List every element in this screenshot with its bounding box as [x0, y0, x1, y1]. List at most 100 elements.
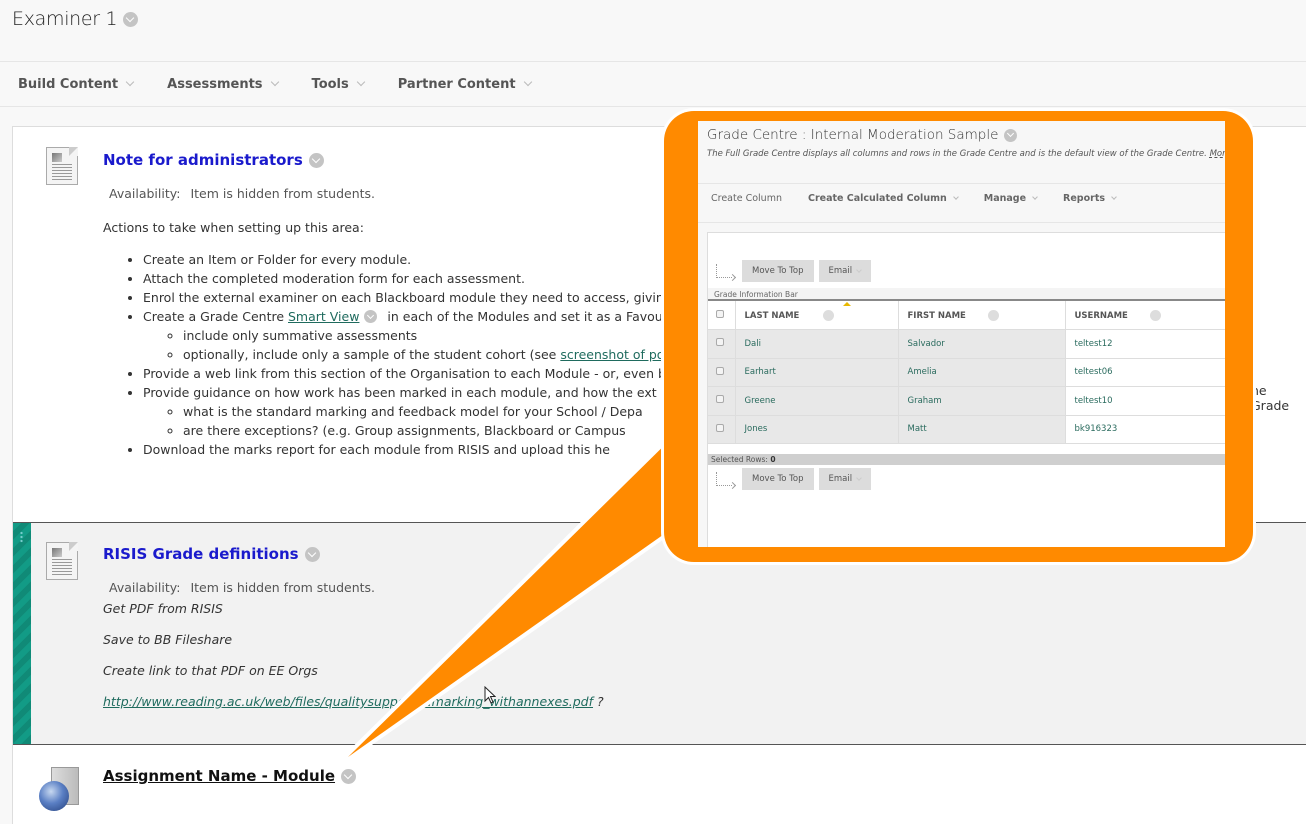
text-line: Get PDF from RISIS: [103, 601, 223, 616]
create-column-button[interactable]: Create Column: [711, 193, 782, 204]
last-name-cell[interactable]: Jones: [735, 415, 899, 444]
tools-menu[interactable]: Tools: [312, 77, 365, 92]
availability-value: Item is hidden from students.: [190, 580, 376, 595]
row-checkbox[interactable]: [716, 395, 724, 404]
availability: Availability: Item is hidden from student…: [109, 580, 375, 595]
column-options-icon[interactable]: [987, 309, 999, 321]
last-name-cell[interactable]: Earhart: [735, 358, 899, 387]
selected-rows-bar: Selected Rows: 0: [708, 454, 1225, 465]
grade-centre-description: The Full Grade Centre displays all colum…: [707, 149, 1225, 159]
row-checkbox[interactable]: [716, 366, 724, 375]
item-title-link[interactable]: Note for administrators: [103, 151, 324, 169]
item-options-chevron-icon[interactable]: [308, 152, 324, 168]
selected-rows-count: 0: [770, 455, 776, 464]
availability-label: Availability:: [109, 580, 181, 595]
chevron-down-icon: [356, 77, 365, 87]
email-button[interactable]: Email: [818, 260, 872, 282]
item-title-link[interactable]: RISIS Grade definitions: [103, 545, 320, 563]
label: Create Calculated Column: [807, 193, 947, 204]
column-options-icon[interactable]: [823, 309, 835, 321]
list-item: optionally, include only a sample of the…: [183, 345, 689, 364]
smart-view-link[interactable]: Smart View: [288, 309, 359, 324]
text: Provide guidance on how work has been ma…: [143, 385, 657, 400]
text: Create a Grade Centre: [143, 309, 288, 324]
label: Create Column: [711, 193, 782, 204]
table-row[interactable]: Jones Matt bk916323: [708, 415, 1225, 444]
item-title-text: Assignment Name - Module: [103, 767, 336, 785]
arrow-icon: [716, 472, 732, 486]
create-calculated-column-menu[interactable]: Create Calculated Column: [807, 193, 959, 204]
options-chevron-icon[interactable]: [1004, 128, 1018, 142]
first-name-cell[interactable]: Amelia: [898, 358, 1066, 387]
column-options-icon[interactable]: [1149, 309, 1161, 321]
chevron-down-icon: [952, 194, 959, 200]
text-line: Save to BB Fileshare: [103, 632, 233, 647]
select-all-checkbox[interactable]: [716, 309, 724, 318]
list-item: Download the marks report for each modul…: [143, 440, 689, 459]
smart-view-chevron-icon[interactable]: [364, 310, 378, 323]
first-name-cell[interactable]: Graham: [898, 386, 1066, 416]
row-checkbox[interactable]: [716, 423, 724, 432]
chevron-down-icon: [125, 77, 135, 87]
username-cell[interactable]: teltest12: [1065, 329, 1225, 359]
list-item: what is the standard marking and feedbac…: [183, 402, 689, 421]
username-cell[interactable]: bk916323: [1065, 415, 1225, 444]
sort-ascending-icon: [842, 302, 851, 306]
chevron-down-icon: [1032, 194, 1038, 200]
screenshot-link[interactable]: screenshot of poss: [560, 347, 677, 362]
item-options-chevron-icon[interactable]: [341, 768, 357, 784]
actions-list: Create an Item or Folder for every modul…: [103, 250, 689, 459]
page-options-chevron-icon[interactable]: [123, 11, 139, 27]
web-link-globe-icon: [39, 767, 79, 811]
document-icon: [46, 542, 78, 580]
label: Email: [828, 474, 853, 484]
top-button-row: Move To Top Email: [716, 260, 876, 282]
divider: [0, 106, 1306, 107]
grade-centre-grid: Move To Top Email Grade Information Bar …: [707, 232, 1225, 547]
item-description: Actions to take when setting up this are…: [103, 218, 689, 459]
table-row[interactable]: Dali Salvador teltest12: [708, 329, 1225, 359]
item-options-chevron-icon[interactable]: [304, 546, 320, 562]
more-help-link[interactable]: More H: [1210, 149, 1225, 159]
move-to-top-button[interactable]: Move To Top: [742, 468, 814, 490]
column-header-last-name[interactable]: LAST NAME: [735, 301, 899, 330]
list-item: Enrol the external examiner on each Blac…: [143, 288, 689, 307]
manage-menu[interactable]: Manage: [983, 193, 1038, 204]
label: Move To Top: [752, 266, 804, 276]
bottom-button-row: Move To Top Email: [716, 468, 876, 490]
chevron-down-icon: [1111, 194, 1117, 200]
build-content-menu[interactable]: Build Content: [18, 76, 135, 92]
grade-centre-screenshot: Grade Centre : Internal Moderation Sampl…: [698, 121, 1225, 547]
build-content-label: Build Content: [18, 76, 119, 92]
label: Manage: [983, 193, 1027, 204]
table-row[interactable]: Earhart Amelia teltest06: [708, 358, 1225, 387]
username-cell[interactable]: teltest10: [1065, 386, 1225, 416]
pdf-link[interactable]: http://www.reading.ac.uk/web/files/quali…: [103, 694, 593, 709]
grade-centre-title-text: Grade Centre : Internal Moderation Sampl…: [707, 127, 999, 143]
list-item: Create a Grade Centre Smart View in each…: [143, 307, 689, 364]
move-to-top-button[interactable]: Move To Top: [742, 260, 814, 282]
table-header-row: LAST NAME FIRST NAME USERNAME: [708, 301, 1225, 330]
intro-text: Actions to take when setting up this are…: [103, 220, 364, 235]
first-name-cell[interactable]: Matt: [898, 415, 1066, 444]
last-name-cell[interactable]: Greene: [735, 386, 899, 416]
grade-centre-title: Grade Centre : Internal Moderation Sampl…: [707, 127, 1018, 143]
label: Reports: [1063, 193, 1106, 204]
username-cell[interactable]: teltest06: [1065, 358, 1225, 387]
drag-handle[interactable]: [13, 523, 31, 744]
row-checkbox[interactable]: [716, 338, 724, 347]
first-name-cell[interactable]: Salvador: [898, 329, 1066, 359]
reports-menu[interactable]: Reports: [1063, 193, 1117, 204]
availability-label: Availability:: [109, 186, 181, 201]
item-title-link[interactable]: Assignment Name - Module: [103, 767, 357, 785]
last-name-cell[interactable]: Dali: [735, 329, 899, 359]
grade-centre-action-bar: Create Column Create Calculated Column M…: [711, 193, 1142, 204]
table-row[interactable]: Greene Graham teltest10: [708, 386, 1225, 416]
assessments-menu[interactable]: Assessments: [167, 77, 279, 92]
list-item: include only summative assessments: [183, 326, 689, 345]
column-header-first-name[interactable]: FIRST NAME: [898, 301, 1066, 330]
column-header-username[interactable]: USERNAME: [1065, 301, 1225, 330]
partner-content-menu[interactable]: Partner Content: [398, 77, 532, 92]
grade-table: LAST NAME FIRST NAME USERNAME Dali Salva…: [708, 301, 1225, 444]
email-button[interactable]: Email: [818, 468, 872, 490]
